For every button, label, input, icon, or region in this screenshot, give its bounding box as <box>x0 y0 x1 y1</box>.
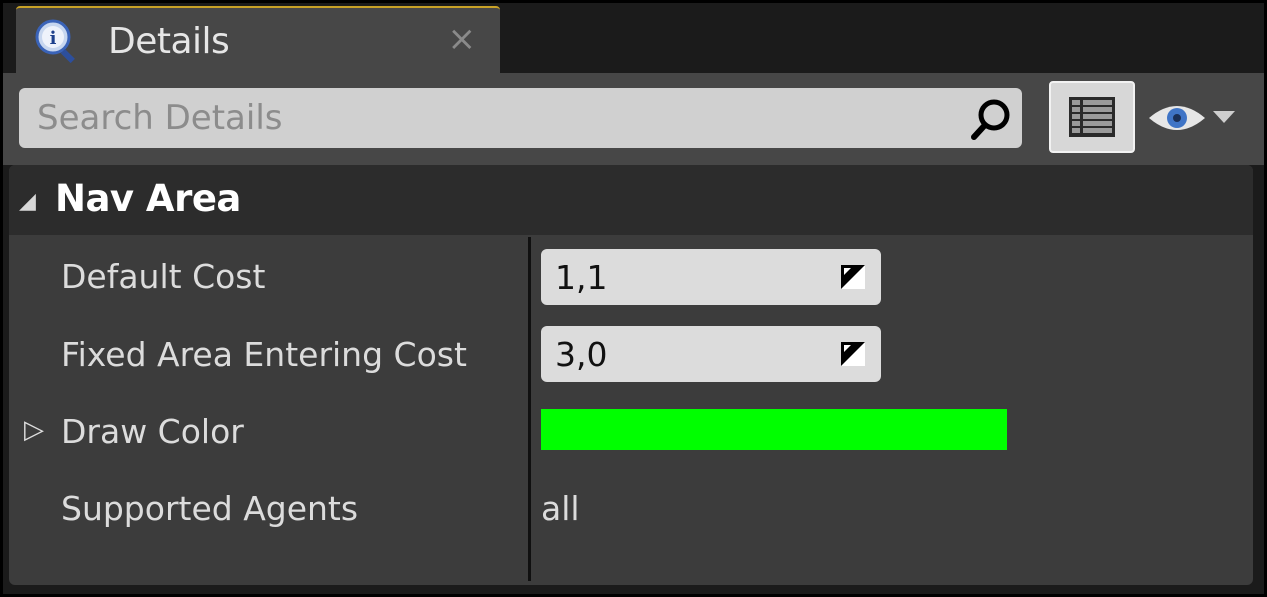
chevron-down-icon <box>1213 111 1235 123</box>
property-label-fixed-area-entering-cost: Fixed Area Entering Cost <box>61 335 467 374</box>
search-box[interactable] <box>19 88 1022 148</box>
details-toolbar <box>3 73 1264 165</box>
category-header-nav-area[interactable]: ◢ Nav Area <box>9 165 1253 235</box>
supported-agents-value[interactable]: all <box>541 489 580 528</box>
visibility-dropdown[interactable] <box>1147 93 1247 143</box>
drag-spin-icon[interactable] <box>841 265 865 289</box>
tab-title: Details <box>108 21 230 62</box>
property-label-supported-agents: Supported Agents <box>61 489 359 528</box>
search-input[interactable] <box>37 98 937 138</box>
fixed-area-entering-cost-field[interactable]: 3,0 <box>541 326 881 382</box>
svg-text:i: i <box>50 28 57 49</box>
eye-icon <box>1149 106 1205 130</box>
drag-spin-icon[interactable] <box>841 342 865 366</box>
category-title: Nav Area <box>55 177 241 220</box>
view-options-button[interactable] <box>1049 81 1135 153</box>
collapse-triangle-icon[interactable]: ◢ <box>19 189 36 214</box>
tab-details[interactable]: i Details × <box>16 6 500 76</box>
expand-arrow-icon[interactable]: ▷ <box>24 415 44 445</box>
fixed-area-entering-cost-value[interactable]: 3,0 <box>555 335 607 374</box>
default-cost-field[interactable]: 1,1 <box>541 249 881 305</box>
close-icon[interactable]: × <box>448 22 477 56</box>
details-panel: ◢ Nav Area Default Cost 1,1 Fixed Area E… <box>9 165 1253 585</box>
details-window: i Details × Search Details ◢ Nav Area De… <box>3 3 1264 594</box>
default-cost-value[interactable]: 1,1 <box>555 258 607 297</box>
property-label-default-cost: Default Cost <box>61 257 266 296</box>
property-label-draw-color: Draw Color <box>61 412 244 451</box>
details-info-icon: i <box>35 19 75 64</box>
grid-view-icon <box>1069 97 1115 137</box>
search-icon[interactable] <box>968 96 1014 142</box>
draw-color-swatch[interactable] <box>541 409 1007 450</box>
column-splitter[interactable] <box>528 237 531 581</box>
